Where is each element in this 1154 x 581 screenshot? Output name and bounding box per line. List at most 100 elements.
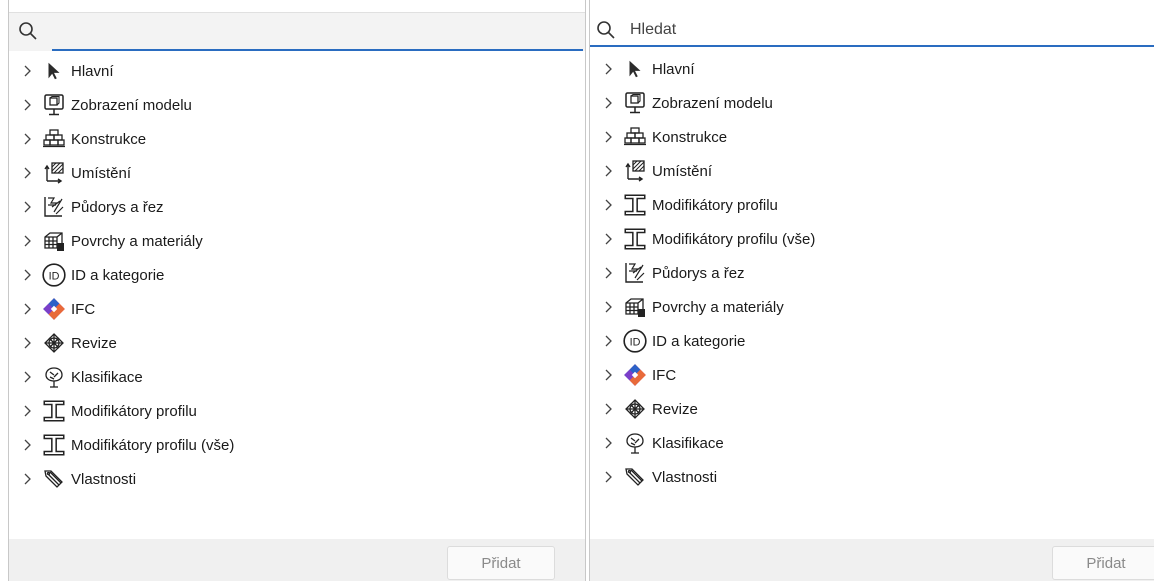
tree-item[interactable]: ID ID a kategorie [9, 258, 585, 292]
chevron-right-icon[interactable] [21, 268, 35, 282]
tree-item[interactable]: Modifikátory profilu [9, 394, 585, 428]
category-tree: Hlavní Zobrazení modelu Konstrukce Umístění… [9, 54, 585, 496]
chevron-right-icon[interactable] [21, 234, 35, 248]
tree-item-label: Konstrukce [652, 128, 728, 146]
search-bar [9, 12, 585, 51]
cursor-arrow-icon [622, 56, 648, 82]
tree-item-label: Půdorys a řez [71, 198, 164, 216]
chevron-right-icon[interactable] [21, 166, 35, 180]
profile-modifier-icon [622, 226, 648, 252]
tree-item-label: Umístění [71, 164, 132, 182]
tree-item[interactable]: IFC [590, 358, 1154, 392]
tree-item[interactable]: Revize [590, 392, 1154, 426]
tree-item-label: Klasifikace [71, 368, 143, 386]
tree-item[interactable]: Umístění [590, 154, 1154, 188]
svg-text:ID: ID [49, 270, 60, 282]
tree-item[interactable]: Půdorys a řez [590, 256, 1154, 290]
properties-icon [622, 464, 648, 490]
tree-item-label: IFC [71, 300, 96, 318]
tree-item[interactable]: Konstrukce [9, 122, 585, 156]
chevron-right-icon[interactable] [602, 402, 616, 416]
tree-item[interactable]: Konstrukce [590, 120, 1154, 154]
id-category-icon: ID [41, 262, 67, 288]
model-display-icon [622, 90, 648, 116]
tree-item-label: IFC [652, 366, 677, 384]
tree-item[interactable]: Hlavní [590, 52, 1154, 86]
chevron-right-icon[interactable] [602, 164, 616, 178]
construction-icon [622, 124, 648, 150]
surfaces-materials-icon [622, 294, 648, 320]
svg-text:ID: ID [630, 336, 641, 348]
chevron-right-icon[interactable] [21, 438, 35, 452]
tree-item-label: Modifikátory profilu [652, 196, 778, 214]
chevron-right-icon[interactable] [21, 472, 35, 486]
tree-item-label: Vlastnosti [71, 470, 137, 488]
chevron-right-icon[interactable] [21, 370, 35, 384]
tree-item-label: Revize [71, 334, 117, 352]
classification-icon [41, 364, 67, 390]
chevron-right-icon[interactable] [602, 62, 616, 76]
category-tree: Hlavní Zobrazení modelu Konstrukce Umístění… [590, 52, 1154, 494]
tree-item-label: Povrchy a materiály [652, 298, 784, 316]
tree-item[interactable]: Klasifikace [590, 426, 1154, 460]
chevron-right-icon[interactable] [21, 336, 35, 350]
tree-item-label: Konstrukce [71, 130, 147, 148]
tree-item[interactable]: ID ID a kategorie [590, 324, 1154, 358]
tree-item-label: Vlastnosti [652, 468, 718, 486]
right-panel: Hlavní Zobrazení modelu Konstrukce Umístění… [589, 0, 1154, 581]
chevron-right-icon[interactable] [21, 64, 35, 78]
tree-item[interactable]: Vlastnosti [590, 460, 1154, 494]
tree-item[interactable]: Zobrazení modelu [9, 88, 585, 122]
chevron-right-icon[interactable] [602, 96, 616, 110]
tree-item-label: Zobrazení modelu [652, 94, 773, 112]
search-input[interactable] [626, 17, 1114, 43]
chevron-right-icon[interactable] [602, 368, 616, 382]
tree-item[interactable]: Modifikátory profilu (vše) [9, 428, 585, 462]
chevron-right-icon[interactable] [602, 198, 616, 212]
tree-item-label: ID a kategorie [71, 266, 165, 284]
placement-icon [622, 158, 648, 184]
chevron-right-icon[interactable] [602, 232, 616, 246]
tree-item[interactable]: Umístění [9, 156, 585, 190]
left-panel: Hlavní Zobrazení modelu Konstrukce Umístění… [8, 0, 586, 581]
tree-item[interactable]: Povrchy a materiály [590, 290, 1154, 324]
footer: Přidat [9, 539, 585, 581]
chevron-right-icon[interactable] [21, 200, 35, 214]
search-icon [597, 21, 615, 39]
chevron-right-icon[interactable] [602, 334, 616, 348]
chevron-right-icon[interactable] [602, 300, 616, 314]
plan-section-icon [622, 260, 648, 286]
tree-item-label: Modifikátory profilu (vše) [71, 436, 235, 454]
tree-item[interactable]: Klasifikace [9, 360, 585, 394]
chevron-right-icon[interactable] [602, 470, 616, 484]
tree-item-label: ID a kategorie [652, 332, 746, 350]
chevron-right-icon[interactable] [21, 404, 35, 418]
tree-item[interactable]: Vlastnosti [9, 462, 585, 496]
tree-item-label: Hlavní [652, 60, 695, 78]
tree-item[interactable]: Hlavní [9, 54, 585, 88]
tree-item[interactable]: IFC [9, 292, 585, 326]
chevron-right-icon[interactable] [21, 132, 35, 146]
profile-modifier-icon [41, 398, 67, 424]
tree-item-label: Půdorys a řez [652, 264, 745, 282]
tree-item[interactable]: Povrchy a materiály [9, 224, 585, 258]
add-button[interactable]: Přidat [1052, 546, 1154, 580]
chevron-right-icon[interactable] [602, 266, 616, 280]
tree-item[interactable]: Půdorys a řez [9, 190, 585, 224]
revision-icon [41, 330, 67, 356]
properties-icon [41, 466, 67, 492]
placement-icon [41, 160, 67, 186]
search-input[interactable] [53, 18, 541, 44]
tree-item[interactable]: Zobrazení modelu [590, 86, 1154, 120]
tree-item-label: Modifikátory profilu [71, 402, 197, 420]
chevron-right-icon[interactable] [21, 302, 35, 316]
tree-item[interactable]: Revize [9, 326, 585, 360]
chevron-right-icon[interactable] [21, 98, 35, 112]
tree-item-label: Klasifikace [652, 434, 724, 452]
chevron-right-icon[interactable] [602, 436, 616, 450]
search-focus-underline [52, 49, 583, 51]
add-button[interactable]: Přidat [447, 546, 555, 580]
chevron-right-icon[interactable] [602, 130, 616, 144]
tree-item[interactable]: Modifikátory profilu (vše) [590, 222, 1154, 256]
tree-item[interactable]: Modifikátory profilu [590, 188, 1154, 222]
